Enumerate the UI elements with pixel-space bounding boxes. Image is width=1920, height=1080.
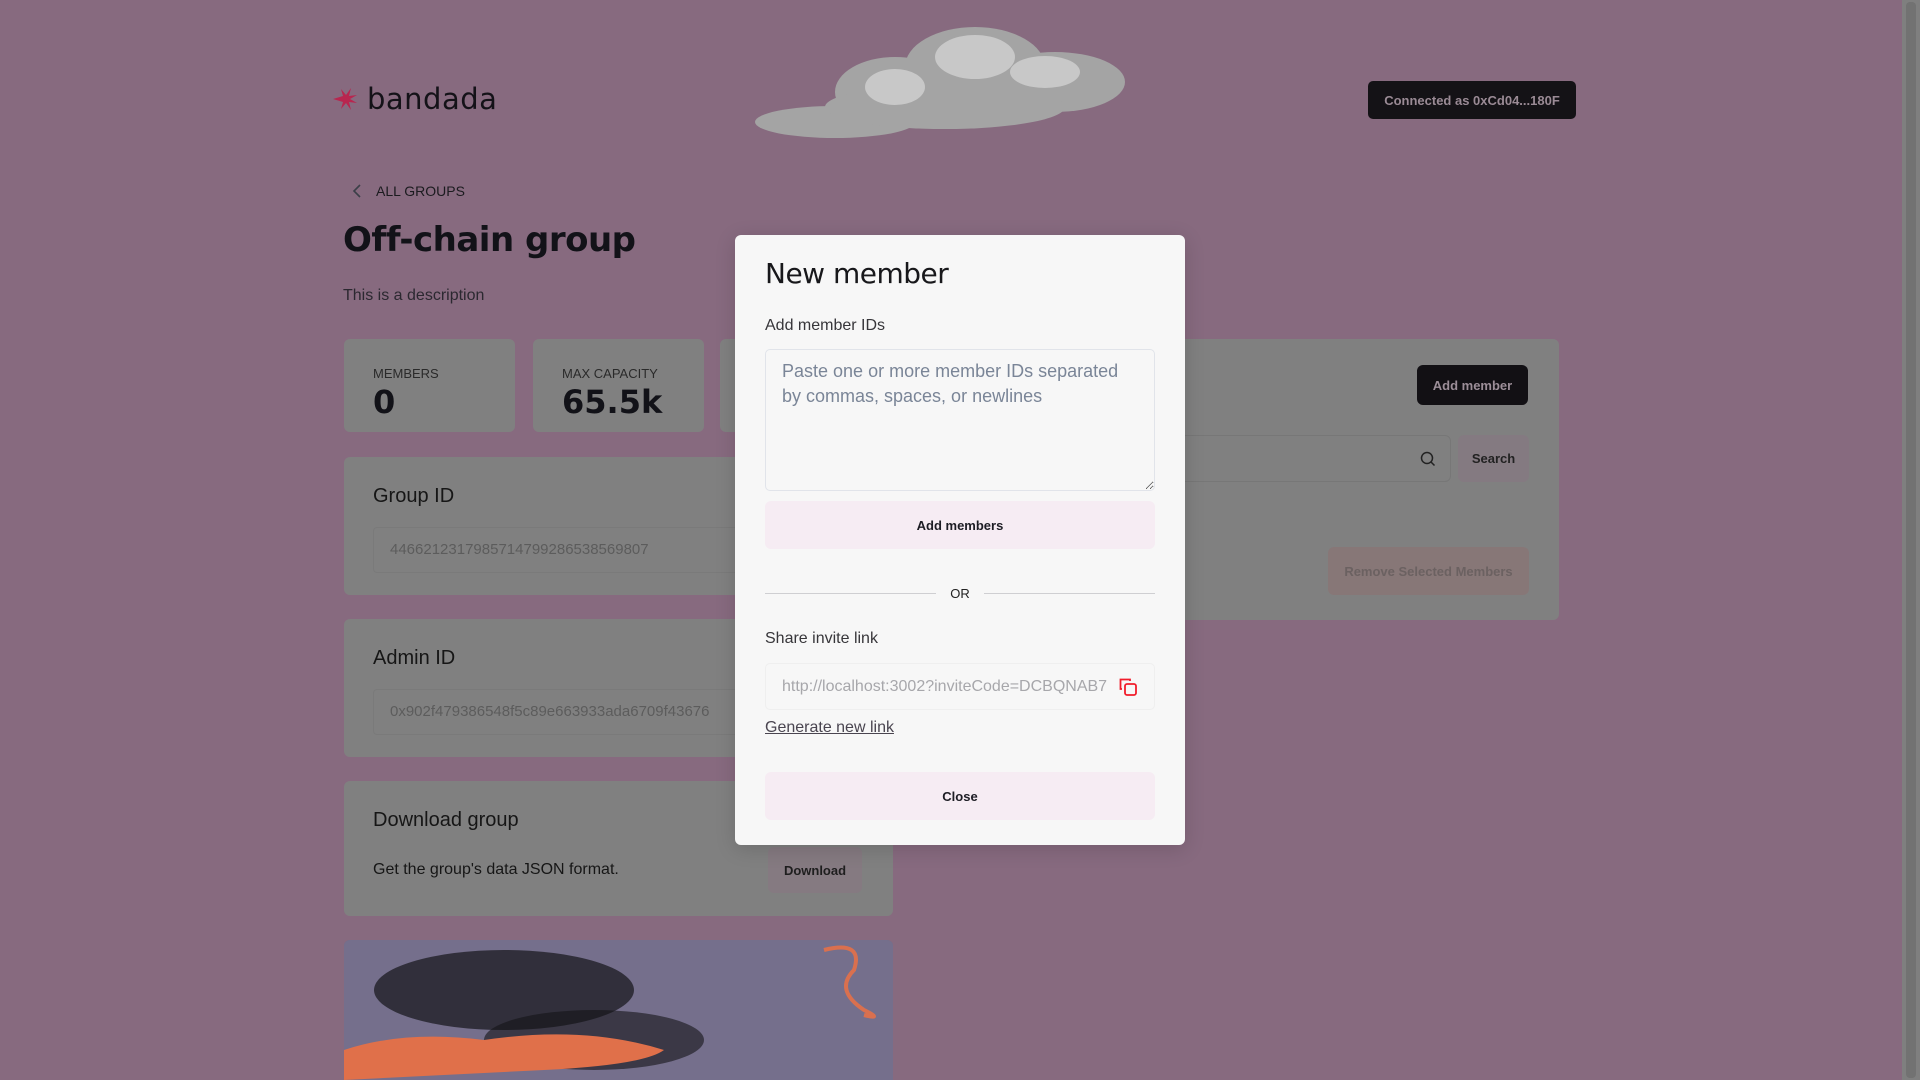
stat-value: 0 (373, 383, 396, 421)
back-to-all-groups[interactable]: ALL GROUPS (352, 183, 465, 199)
section-title: Group ID (373, 485, 455, 507)
cloud-illustration (755, 27, 1125, 138)
add-member-button[interactable]: Add member (1417, 365, 1528, 405)
logo-text: bandada (367, 82, 498, 116)
stat-card-members: MEMBERS 0 (344, 339, 515, 432)
or-divider: OR (765, 586, 1155, 601)
download-button[interactable]: Download (768, 847, 862, 893)
stat-label: MAX CAPACITY (562, 366, 658, 381)
section-title: Admin ID (373, 647, 456, 669)
page-title: Off-chain group (343, 220, 636, 260)
member-ids-label: Add member IDs (765, 317, 886, 334)
divider-line (983, 593, 1155, 594)
bandada-logo-icon (333, 88, 357, 110)
member-ids-textarea[interactable] (765, 349, 1155, 491)
search-button[interactable]: Search (1458, 435, 1529, 482)
copy-icon[interactable] (1118, 677, 1138, 697)
remove-selected-members-button[interactable]: Remove Selected Members (1328, 547, 1529, 595)
generate-new-link[interactable]: Generate new link (765, 719, 894, 737)
close-button[interactable]: Close (765, 772, 1155, 820)
invite-link-box (765, 663, 1155, 710)
download-description: Get the group's data JSON format. (373, 861, 619, 878)
invite-link-label: Share invite link (765, 630, 878, 647)
section-title: Download group (373, 809, 519, 831)
stat-card-max-capacity: MAX CAPACITY 65.5k (533, 339, 704, 432)
group-description: This is a description (343, 287, 485, 304)
new-member-modal: New member Add member IDs Add members OR… (735, 235, 1185, 845)
connected-wallet-button[interactable]: Connected as 0xCd04...180F (1368, 81, 1576, 119)
scrollbar-thumb[interactable] (1906, 2, 1916, 1078)
chevron-left-icon (352, 184, 361, 198)
or-text: OR (950, 586, 970, 601)
back-label: ALL GROUPS (376, 183, 465, 199)
stat-label: MEMBERS (373, 366, 439, 381)
modal-title: New member (765, 257, 949, 290)
decorative-illustration (344, 940, 893, 1080)
stat-value: 65.5k (562, 383, 663, 421)
add-members-button[interactable]: Add members (765, 501, 1155, 549)
invite-link-input[interactable] (782, 677, 1108, 696)
search-icon (1420, 451, 1436, 467)
logo[interactable]: bandada (331, 82, 497, 116)
divider-line (765, 593, 937, 594)
